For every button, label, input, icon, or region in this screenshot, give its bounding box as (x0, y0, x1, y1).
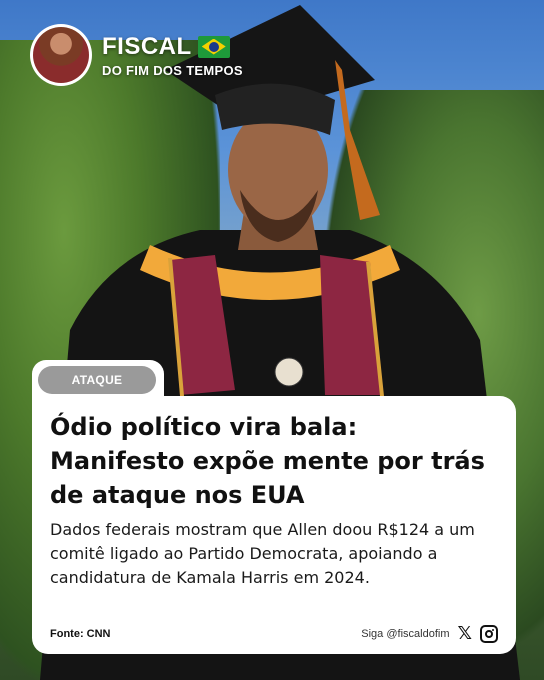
follow-block: Siga @fiscaldofim 𝕏 (361, 623, 498, 644)
news-card: Ódio político vira bala: Manifesto expõe… (32, 396, 516, 654)
source-label: Fonte: CNN (50, 627, 111, 640)
category-tag: ATAQUE (38, 366, 156, 394)
brand-block: FISCAL DO FIM DOS TEMPOS (102, 33, 243, 78)
instagram-icon[interactable] (480, 624, 498, 643)
headline: Ódio político vira bala: Manifesto expõe… (50, 410, 498, 512)
headline-line: Ódio político vira bala: (50, 413, 358, 441)
brand-subtitle: DO FIM DOS TEMPOS (102, 62, 243, 78)
post-canvas: FISCAL DO FIM DOS TEMPOS ATAQUE Ódio pol… (0, 0, 544, 680)
headline-line: Manifesto expõe mente por trás (50, 447, 485, 475)
brazil-flag-icon (197, 35, 230, 58)
x-icon[interactable]: 𝕏 (457, 623, 472, 644)
brand-title: FISCAL (102, 32, 192, 60)
brand-header: FISCAL DO FIM DOS TEMPOS (30, 24, 243, 86)
headline-line: de ataque nos EUA (50, 481, 305, 509)
follow-handle[interactable]: Siga @fiscaldofim (361, 628, 449, 640)
body-text: Dados federais mostram que Allen doou R$… (50, 520, 475, 587)
category-tag-container: ATAQUE (32, 360, 164, 400)
brand-avatar (30, 24, 92, 86)
card-footer: Fonte: CNN Siga @fiscaldofim 𝕏 (50, 623, 498, 644)
